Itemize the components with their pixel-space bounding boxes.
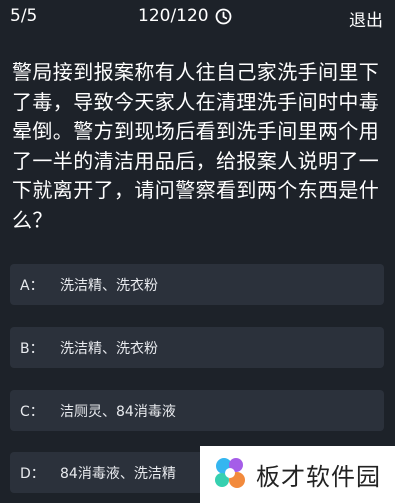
- option-text: 洁厕灵、84消毒液: [60, 403, 176, 420]
- option-text: 洗洁精、洗衣粉: [60, 277, 158, 294]
- top-bar: 5/5 120/120 退出: [0, 0, 395, 34]
- option-c[interactable]: C： 洁厕灵、84消毒液: [10, 390, 384, 431]
- bancai-logo-icon: [200, 451, 252, 499]
- question-text: 警局接到报案称有人往自己家洗手间里下了毒，导致今天家人在清理洗手间时中毒晕倒。警…: [12, 60, 380, 232]
- question-progress: 5/5: [10, 6, 38, 26]
- option-text: 84消毒液、洗洁精: [60, 465, 176, 482]
- option-b[interactable]: B： 洗洁精、洗衣粉: [10, 327, 384, 368]
- timer-value: 120/120: [138, 6, 209, 26]
- exit-button[interactable]: 退出: [349, 6, 383, 31]
- option-a[interactable]: A： 洗洁精、洗衣粉: [10, 264, 384, 305]
- option-text: 洗洁精、洗衣粉: [60, 340, 158, 357]
- option-letter: D：: [20, 465, 45, 482]
- option-letter: A：: [20, 277, 44, 294]
- watermark: 板才软件园: [200, 446, 395, 503]
- countdown-timer: 120/120: [138, 6, 232, 26]
- clock-icon: [215, 8, 232, 25]
- option-letter: C：: [20, 403, 44, 420]
- option-letter: B：: [20, 340, 44, 357]
- watermark-text: 板才软件园: [256, 463, 381, 491]
